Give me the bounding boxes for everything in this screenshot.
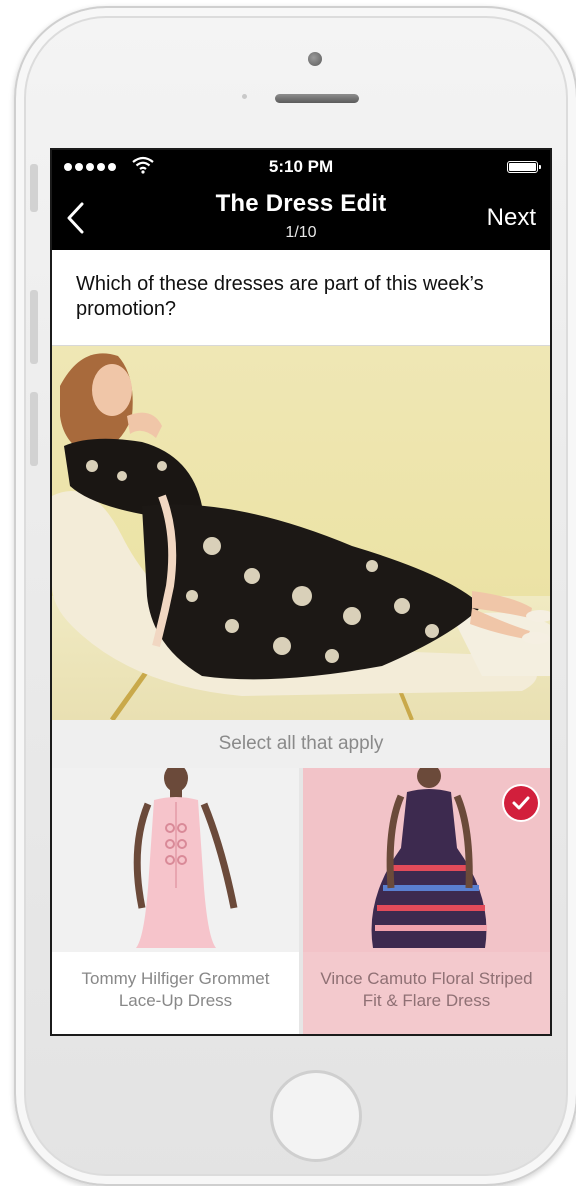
app-screen: 5:10 PM The Dress Edit 1/10 Next Which o… bbox=[50, 148, 552, 1036]
dress-option-card[interactable]: Tommy Hilfiger Grommet Lace-Up Dress bbox=[52, 768, 299, 1034]
next-button[interactable]: Next bbox=[487, 204, 536, 232]
earpiece-speaker bbox=[275, 94, 359, 103]
selected-checkmark-icon bbox=[504, 786, 538, 820]
status-time: 5:10 PM bbox=[268, 157, 334, 176]
dress-caption: Vince Camuto Floral Striped Fit & Flare … bbox=[320, 969, 533, 1010]
home-button[interactable] bbox=[270, 1070, 362, 1162]
status-bar: 5:10 PM bbox=[52, 150, 550, 184]
mute-switch bbox=[30, 164, 38, 212]
question-panel: Which of these dresses are part of this … bbox=[52, 250, 550, 346]
volume-up-button bbox=[30, 290, 38, 364]
select-instruction: Select all that apply bbox=[52, 720, 550, 768]
dress-caption: Tommy Hilfiger Grommet Lace-Up Dress bbox=[81, 969, 270, 1010]
dress-options-grid: Tommy Hilfiger Grommet Lace-Up Dress Vin… bbox=[52, 768, 550, 1034]
question-counter: 1/10 bbox=[285, 224, 317, 241]
dress-option-card-selected[interactable]: Vince Camuto Floral Striped Fit & Flare … bbox=[303, 768, 550, 1034]
pink-lace-up-dress-image bbox=[133, 768, 238, 948]
hero-image bbox=[52, 346, 550, 720]
battery-icon bbox=[507, 161, 541, 173]
camera-icon bbox=[308, 52, 322, 66]
navigation-bar: The Dress Edit 1/10 Next bbox=[52, 184, 550, 250]
volume-down-button bbox=[30, 392, 38, 466]
woman-in-floral-dress-illustration bbox=[52, 353, 550, 720]
page-title: The Dress Edit bbox=[215, 190, 387, 217]
question-text: Which of these dresses are part of this … bbox=[76, 273, 484, 320]
sensor-dot bbox=[242, 94, 247, 99]
dress-photo bbox=[52, 768, 299, 952]
